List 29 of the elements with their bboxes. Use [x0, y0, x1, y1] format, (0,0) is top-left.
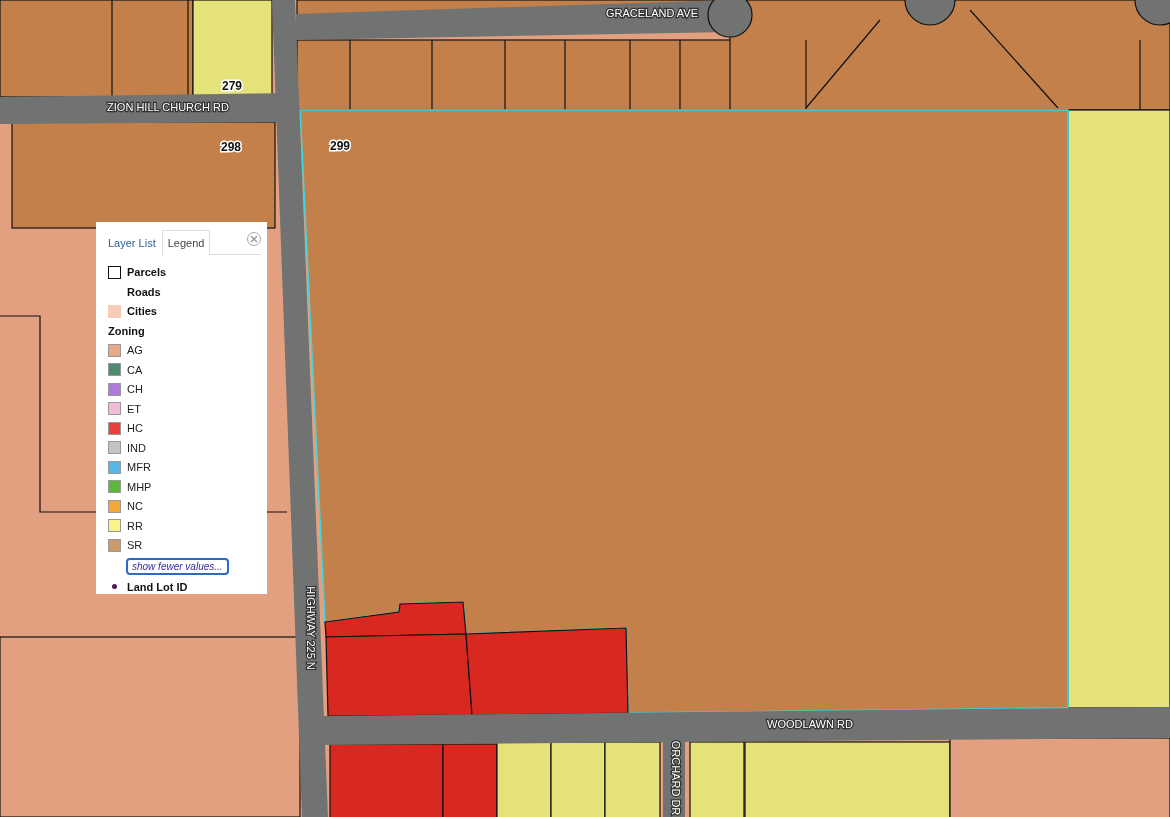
legend-label: HC — [127, 422, 143, 435]
lot-number-label: 299 — [330, 139, 350, 154]
close-button[interactable] — [247, 232, 261, 246]
road-label: ORCHARD DR — [670, 740, 683, 816]
road-label: HIGHWAY 225 N — [305, 586, 318, 670]
legend-label: SR — [127, 539, 143, 552]
legend-label: Parcels — [127, 266, 167, 279]
road-label: GRACELAND AVE — [605, 6, 699, 19]
legend-label: CH — [127, 383, 143, 396]
show-fewer-button[interactable]: show fewer values... — [126, 557, 229, 575]
legend-label: Roads — [127, 285, 161, 298]
legend-group-title: Zoning — [108, 324, 145, 337]
legend-label: NC — [127, 500, 143, 513]
outline-swatch — [108, 265, 121, 279]
legend-label: CA — [127, 363, 143, 376]
road-label: ZION HILL CHURCH RD — [107, 100, 229, 113]
legend-label: Cities — [127, 305, 157, 318]
legend-label: AG — [127, 344, 143, 357]
lot-number-label: 279 — [222, 79, 242, 94]
road-label: WOODLAWN RD — [767, 717, 853, 730]
legend-label: RR — [127, 519, 143, 532]
legend-label: MFR — [127, 461, 151, 474]
legend-label: ET — [127, 402, 142, 415]
close-icon — [250, 235, 258, 243]
legend-label: Land Lot ID — [127, 580, 188, 593]
panel-tab[interactable]: Legend — [161, 230, 211, 255]
legend-label: MHP — [127, 480, 152, 493]
legend-label: IND — [127, 441, 146, 454]
lot-number-label: 298 — [221, 140, 241, 155]
